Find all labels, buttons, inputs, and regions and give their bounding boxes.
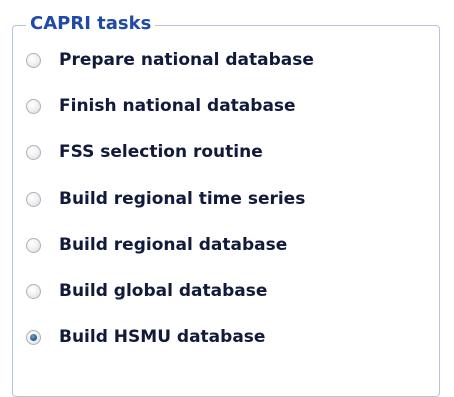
task-option-build-regional-database[interactable]: Build regional database [26,234,314,280]
capri-tasks-group-title: CAPRI tasks [26,14,156,34]
task-label: FSS selection routine [59,142,263,163]
radio-button[interactable] [26,53,41,68]
task-label: Build regional time series [59,188,306,209]
task-label: Finish national database [59,96,296,117]
radio-button[interactable] [26,283,41,299]
task-option-finish-national-database[interactable]: Finish national database [26,95,314,141]
capri-task-radio-group: Prepare national database Finish nationa… [26,49,314,372]
radio-button[interactable] [26,330,41,346]
task-label: Build global database [59,280,268,301]
task-option-fss-selection-routine[interactable]: FSS selection routine [26,141,314,187]
task-option-build-global-database[interactable]: Build global database [26,280,314,326]
task-label: Prepare national database [59,50,314,70]
task-option-prepare-national-database[interactable]: Prepare national database [26,49,314,95]
radio-dot-icon [30,334,37,342]
task-label: Build HSMU database [59,327,266,348]
radio-button[interactable] [26,237,41,253]
radio-button[interactable] [26,145,41,161]
task-option-build-regional-time-series[interactable]: Build regional time series [26,188,314,234]
radio-button[interactable] [26,99,41,115]
radio-button[interactable] [26,191,41,207]
task-label: Build regional database [59,234,288,255]
task-option-build-hsmu-database[interactable]: Build HSMU database [26,326,314,372]
